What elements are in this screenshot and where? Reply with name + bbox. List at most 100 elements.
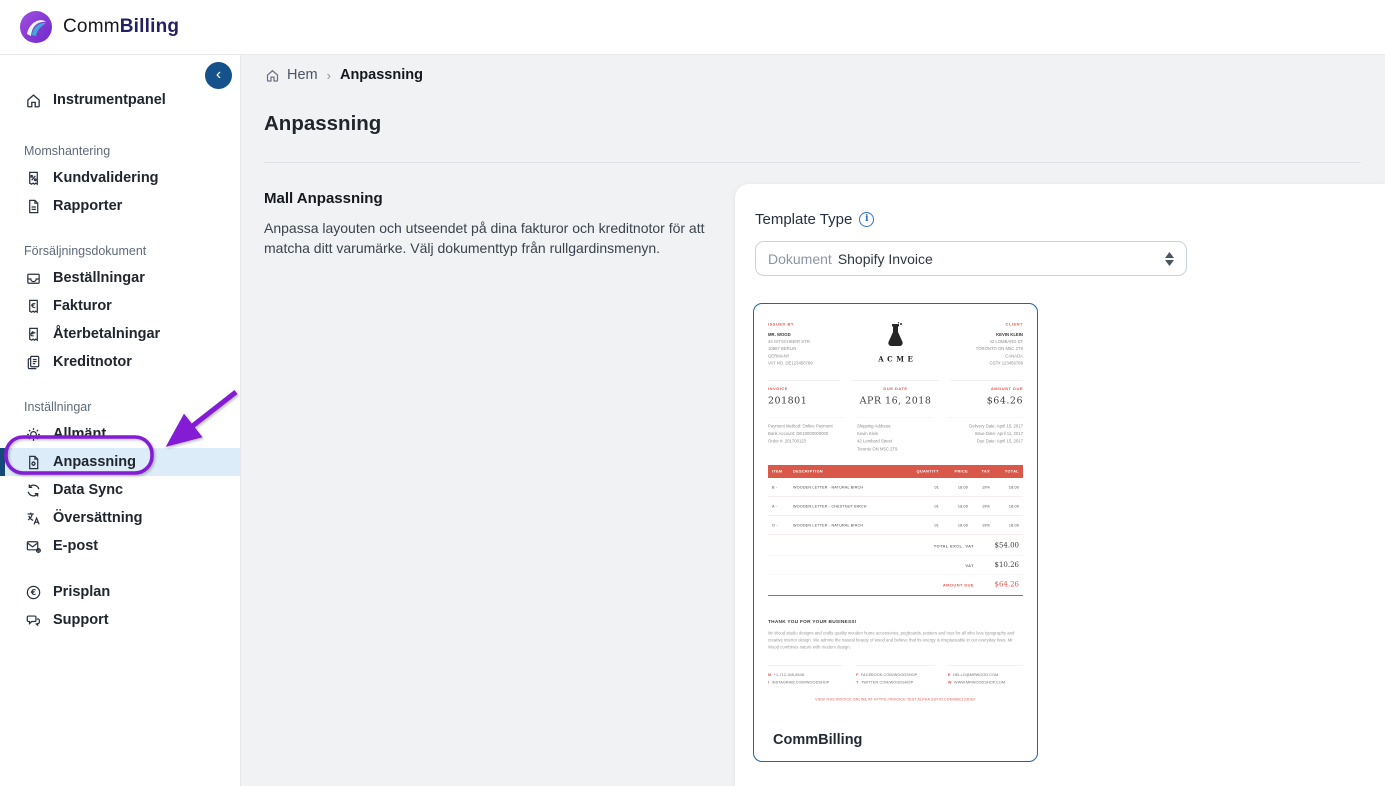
sidebar-nav: Instrumentpanel Momshantering Kundvalide…: [0, 55, 240, 634]
sync-icon: [25, 482, 42, 499]
top-bar: CommBilling: [0, 0, 1385, 55]
totals-divider: [768, 595, 1023, 596]
sidebar-item-aterbetalningar[interactable]: Återbetalningar: [0, 320, 240, 348]
invoice-meta-row: INVOICE201801 DUE DATEAPR 16, 2018 AMOUN…: [768, 380, 1023, 406]
invoice-amount-due: $64.26: [951, 395, 1023, 406]
template-customization-intro: Mall Anpassning Anpassa layouten och uts…: [264, 190, 732, 259]
sidebar-item-prisplan[interactable]: € Prisplan: [0, 578, 240, 606]
invoice-due-date: APR 16, 2018: [852, 395, 939, 406]
brand-mark-icon: [18, 9, 54, 45]
sidebar-item-fakturor[interactable]: € Fakturor: [0, 292, 240, 320]
brand-text: CommBilling: [63, 16, 179, 38]
client-label: CLIENT: [933, 321, 1023, 328]
section-label-forsaljningsdokument: Försäljningsdokument: [0, 244, 240, 264]
sidebar-item-label: Data Sync: [53, 482, 123, 498]
table-row: A - WOODEN LETTER - CHESTNUT BIRCH 01 18…: [768, 497, 1023, 516]
sidebar-item-anpassning[interactable]: Anpassning: [0, 448, 240, 476]
client-name: KEVIN KLEIN: [933, 331, 1023, 338]
info-icon[interactable]: i: [859, 212, 874, 227]
document-gear-icon: [25, 454, 42, 471]
page-title: Anpassning: [264, 112, 381, 136]
invoice-online-note: VIEW THIS INVOICE ONLINE AT HTTPS://INVO…: [768, 698, 1023, 702]
preview-brand-label: CommBilling: [773, 732, 862, 748]
translate-icon: [25, 510, 42, 527]
sidebar-item-e-post[interactable]: E-post: [0, 532, 240, 560]
table-header: ITEM DESCRIPTION QUANTITY PRICE TAX TOTA…: [768, 465, 1023, 478]
section-label-installningar: Inställningar: [0, 400, 240, 420]
breadcrumb-separator-icon: ›: [327, 68, 331, 83]
select-prefix: Dokument: [768, 251, 832, 267]
breadcrumb-home-link[interactable]: Hem: [265, 67, 318, 83]
invoice-thanks-block: THANK YOU FOR YOUR BUSINESS! Mr Wood stu…: [768, 619, 1023, 651]
invoice-line-items-table: ITEM DESCRIPTION QUANTITY PRICE TAX TOTA…: [768, 465, 1023, 535]
template-settings-card: Template Type i Dokument Shopify Invoice…: [735, 184, 1385, 786]
sidebar-item-label: Beställningar: [53, 270, 145, 286]
sidebar-item-label: E-post: [53, 538, 98, 554]
breadcrumb: Hem › Anpassning: [265, 67, 423, 83]
invoice-details-row: Payment Method: Online Payment Bank Acco…: [768, 417, 1023, 453]
invoice-client-block: CLIENT KEVIN KLEIN 42 LOMBARD ST TORONTO…: [933, 321, 1023, 367]
title-divider: [264, 162, 1361, 163]
section-label-momshantering: Momshantering: [0, 144, 240, 164]
sidebar-item-bestallningar[interactable]: Beställningar: [0, 264, 240, 292]
invoice-euro-icon: €: [25, 298, 42, 315]
issued-by-name: MR. WOOD: [768, 331, 858, 338]
sidebar-item-label: Fakturor: [53, 298, 112, 314]
svg-text:€: €: [30, 301, 36, 310]
sidebar-item-label: Återbetalningar: [53, 326, 160, 342]
inbox-icon: [25, 270, 42, 287]
document-icon: [25, 198, 42, 215]
receipt-percent-icon: [25, 170, 42, 187]
home-icon: [25, 92, 42, 109]
invoice-number: 201801: [768, 395, 840, 406]
sidebar-item-label: Anpassning: [53, 454, 136, 470]
select-arrows-icon: [1165, 252, 1174, 266]
breadcrumb-current: Anpassning: [340, 67, 423, 83]
euro-circle-icon: €: [25, 584, 42, 601]
section-description: Anpassa layouten och utseendet på dina f…: [264, 218, 732, 259]
brand-part2: Billing: [120, 16, 179, 37]
sidebar-item-label: Kreditnotor: [53, 354, 132, 370]
sidebar-item-allmant[interactable]: Allmänt: [0, 420, 240, 448]
svg-text:€: €: [30, 587, 36, 596]
sidebar-item-label: Prisplan: [53, 584, 110, 600]
sidebar-item-oversattning[interactable]: Översättning: [0, 504, 240, 532]
flask-icon: [882, 322, 909, 350]
sidebar-item-data-sync[interactable]: Data Sync: [0, 476, 240, 504]
sidebar-item-kundvalidering[interactable]: Kundvalidering: [0, 164, 240, 192]
brand-part1: Comm: [63, 16, 120, 37]
mail-gear-icon: [25, 538, 42, 555]
sidebar-item-kreditnotor[interactable]: Kreditnotor: [0, 348, 240, 376]
chat-bubbles-icon: [25, 612, 42, 629]
sidebar-collapse-button[interactable]: ‹: [205, 62, 232, 89]
invoice-issued-by-block: ISSUED BY MR. WOOD 44 GITSCHINER STR. 10…: [768, 321, 858, 367]
sidebar: ‹ Instrumentpanel Momshantering Kundvali…: [0, 55, 241, 786]
gear-icon: [25, 426, 42, 443]
sidebar-item-support[interactable]: Support: [0, 606, 240, 634]
invoice-contacts: M+1-712-345-8345 IINSTAGRAM.COM/WOODSHOP…: [768, 666, 1023, 687]
thanks-body: Mr Wood studio designs and crafts qualit…: [768, 629, 1023, 650]
thanks-title: THANK YOU FOR YOUR BUSINESS!: [768, 619, 1023, 625]
app-logo[interactable]: CommBilling: [18, 9, 179, 45]
sidebar-item-label: Instrumentpanel: [53, 92, 166, 108]
refund-receipt-icon: [25, 326, 42, 343]
template-type-select[interactable]: Dokument Shopify Invoice: [755, 241, 1187, 276]
sidebar-item-label: Kundvalidering: [53, 170, 159, 186]
table-row: O - WOODEN LETTER - NATURAL BIRCH 01 18.…: [768, 516, 1023, 535]
acme-wordmark: ACME: [858, 356, 933, 364]
sidebar-item-label: Support: [53, 612, 109, 628]
sidebar-item-label: Rapporter: [53, 198, 122, 214]
template-preview-card: ISSUED BY MR. WOOD 44 GITSCHINER STR. 10…: [753, 303, 1038, 762]
credit-notes-icon: [25, 354, 42, 371]
template-type-label: Template Type: [755, 211, 852, 228]
sidebar-item-label: Allmänt: [53, 426, 106, 442]
sidebar-item-label: Översättning: [53, 510, 142, 526]
breadcrumb-home-label: Hem: [287, 67, 318, 83]
acme-logo: ACME: [858, 321, 933, 364]
sidebar-item-rapporter[interactable]: Rapporter: [0, 192, 240, 220]
table-row: B - WOODEN LETTER - NATURAL BIRCH 01 18.…: [768, 478, 1023, 497]
issued-by-label: ISSUED BY: [768, 321, 858, 328]
invoice-preview: ISSUED BY MR. WOOD 44 GITSCHINER STR. 10…: [754, 304, 1037, 702]
sidebar-item-instrumentpanel[interactable]: Instrumentpanel: [0, 86, 240, 114]
select-value: Shopify Invoice: [838, 251, 933, 267]
